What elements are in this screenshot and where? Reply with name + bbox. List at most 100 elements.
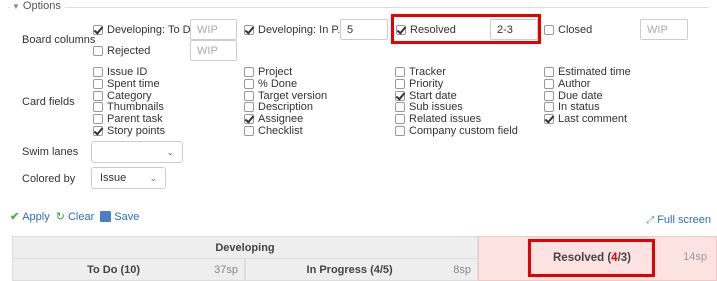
card-field-label: Checklist bbox=[258, 125, 303, 137]
card-fields-label: Card fields bbox=[22, 96, 75, 108]
card-field-label: Related issues bbox=[409, 113, 482, 125]
card-field-assignee[interactable]: Assignee bbox=[244, 113, 303, 125]
checkbox[interactable] bbox=[244, 102, 254, 112]
board-columns-label: Board columns bbox=[22, 34, 96, 46]
checkbox[interactable] bbox=[244, 114, 254, 124]
card-field-label: Thumbnails bbox=[107, 101, 164, 113]
column-option-todo[interactable]: Developing: To Do bbox=[93, 24, 197, 36]
card-field-priority[interactable]: Priority bbox=[395, 78, 443, 90]
column-label-rejected: Rejected bbox=[107, 45, 151, 57]
card-field-label: % Done bbox=[258, 78, 298, 90]
card-field-description[interactable]: Description bbox=[244, 101, 313, 113]
card-field-label: Assignee bbox=[258, 113, 304, 125]
developing-group-header: Developing bbox=[12, 236, 478, 258]
save-link[interactable]: Save bbox=[100, 211, 139, 223]
checkbox-rejected[interactable] bbox=[93, 46, 103, 56]
checkbox[interactable] bbox=[93, 79, 103, 89]
card-field-label: Estimated time bbox=[558, 66, 631, 78]
inprogress-column-title: In Progress (4/5) bbox=[306, 263, 393, 276]
column-label-inprogress: Developing: In P... bbox=[258, 24, 347, 36]
card-field-author[interactable]: Author bbox=[544, 78, 590, 90]
card-field-story-points[interactable]: Story points bbox=[93, 125, 165, 137]
checkbox[interactable] bbox=[544, 67, 554, 77]
card-field-thumbnails[interactable]: Thumbnails bbox=[93, 101, 164, 113]
card-field-in-status[interactable]: In status bbox=[544, 101, 600, 113]
checkbox-inprogress[interactable] bbox=[244, 25, 254, 35]
checkbox[interactable] bbox=[93, 91, 103, 101]
checkbox[interactable] bbox=[395, 79, 405, 89]
resolved-story-points: 14sp bbox=[683, 251, 707, 263]
checkbox[interactable] bbox=[93, 114, 103, 124]
full-screen-link[interactable]: ⤢ Full screen bbox=[646, 214, 711, 226]
card-field-label: Tracker bbox=[409, 66, 446, 78]
card-field-label: Story points bbox=[107, 125, 166, 137]
floppy-disk-icon bbox=[100, 211, 112, 222]
inprogress-column-header: In Progress (4/5) 8sp bbox=[245, 258, 478, 281]
card-field-checklist[interactable]: Checklist bbox=[244, 125, 303, 137]
todo-column-header: To Do (10) 37sp bbox=[12, 258, 245, 281]
column-option-rejected[interactable]: Rejected bbox=[93, 45, 150, 57]
column-option-inprogress[interactable]: Developing: In P... bbox=[244, 24, 346, 36]
card-field-label: Author bbox=[558, 78, 591, 90]
options-legend[interactable]: ▼ Options bbox=[10, 0, 65, 12]
apply-link[interactable]: ✔ Apply bbox=[10, 210, 50, 224]
wip-input-todo[interactable]: WIP bbox=[190, 19, 237, 40]
checkbox[interactable] bbox=[544, 91, 554, 101]
checkbox[interactable] bbox=[93, 126, 103, 136]
checkbox[interactable] bbox=[395, 102, 405, 112]
inprogress-story-points: 8sp bbox=[453, 263, 471, 276]
colored-by-label: Colored by bbox=[22, 173, 76, 185]
checkbox[interactable] bbox=[93, 102, 103, 112]
options-divider bbox=[8, 7, 709, 8]
column-option-closed[interactable]: Closed bbox=[544, 24, 592, 36]
checkbox[interactable] bbox=[395, 114, 405, 124]
save-label: Save bbox=[114, 210, 140, 223]
todo-column-title: To Do (10) bbox=[87, 263, 141, 276]
colored-by-select[interactable]: Issue ⌄ bbox=[91, 167, 166, 189]
developing-group-label: Developing bbox=[215, 241, 275, 254]
card-field-label: Project bbox=[258, 66, 293, 78]
reload-icon: ↻ bbox=[55, 211, 65, 223]
card-field-related-issues[interactable]: Related issues bbox=[395, 113, 481, 125]
checkbox[interactable] bbox=[395, 126, 405, 136]
wip-input-rejected[interactable]: WIP bbox=[190, 40, 237, 61]
card-field-parent-task[interactable]: Parent task bbox=[93, 113, 163, 125]
swim-lanes-label: Swim lanes bbox=[22, 146, 79, 158]
resolved-header-highlight-box bbox=[528, 239, 655, 277]
full-screen-label: Full screen bbox=[657, 214, 711, 226]
card-field-label: Sub issues bbox=[409, 101, 463, 113]
checkbox[interactable] bbox=[395, 67, 405, 77]
card-field-issue-id[interactable]: Issue ID bbox=[93, 66, 147, 78]
card-field-company-custom-field[interactable]: Company custom field bbox=[395, 125, 518, 137]
checkbox[interactable] bbox=[93, 67, 103, 77]
checkbox[interactable] bbox=[244, 126, 254, 136]
card-field-done[interactable]: % Done bbox=[244, 78, 297, 90]
filter-actions: ✔ Apply ↻ Clear Save bbox=[10, 210, 145, 224]
colored-by-value: Issue bbox=[100, 172, 127, 184]
checkbox[interactable] bbox=[544, 114, 554, 124]
checkbox[interactable] bbox=[544, 79, 554, 89]
options-legend-label: Options bbox=[22, 0, 61, 12]
card-field-label: Priority bbox=[409, 78, 444, 90]
card-field-last-comment[interactable]: Last comment bbox=[544, 113, 627, 125]
card-field-label: Spent time bbox=[107, 78, 160, 90]
swim-lanes-select[interactable]: ⌄ bbox=[91, 141, 183, 163]
column-label-todo: Developing: To Do bbox=[107, 24, 197, 36]
checkbox[interactable] bbox=[244, 79, 254, 89]
card-field-estimated-time[interactable]: Estimated time bbox=[544, 66, 631, 78]
card-field-label: Parent task bbox=[107, 113, 163, 125]
card-field-sub-issues[interactable]: Sub issues bbox=[395, 101, 463, 113]
checkbox[interactable] bbox=[244, 67, 254, 77]
card-field-project[interactable]: Project bbox=[244, 66, 292, 78]
checkbox[interactable] bbox=[544, 102, 554, 112]
clear-label: Clear bbox=[67, 210, 95, 223]
checkbox[interactable] bbox=[395, 91, 405, 101]
clear-link[interactable]: ↻ Clear bbox=[55, 210, 95, 224]
checkbox-todo[interactable] bbox=[93, 25, 103, 35]
card-field-tracker[interactable]: Tracker bbox=[395, 66, 446, 78]
wip-input-closed[interactable]: WIP bbox=[640, 19, 688, 40]
checkbox-closed[interactable] bbox=[544, 25, 554, 35]
card-field-spent-time[interactable]: Spent time bbox=[93, 78, 160, 90]
wip-input-inprogress[interactable]: 5 bbox=[340, 19, 388, 40]
checkbox[interactable] bbox=[244, 91, 254, 101]
